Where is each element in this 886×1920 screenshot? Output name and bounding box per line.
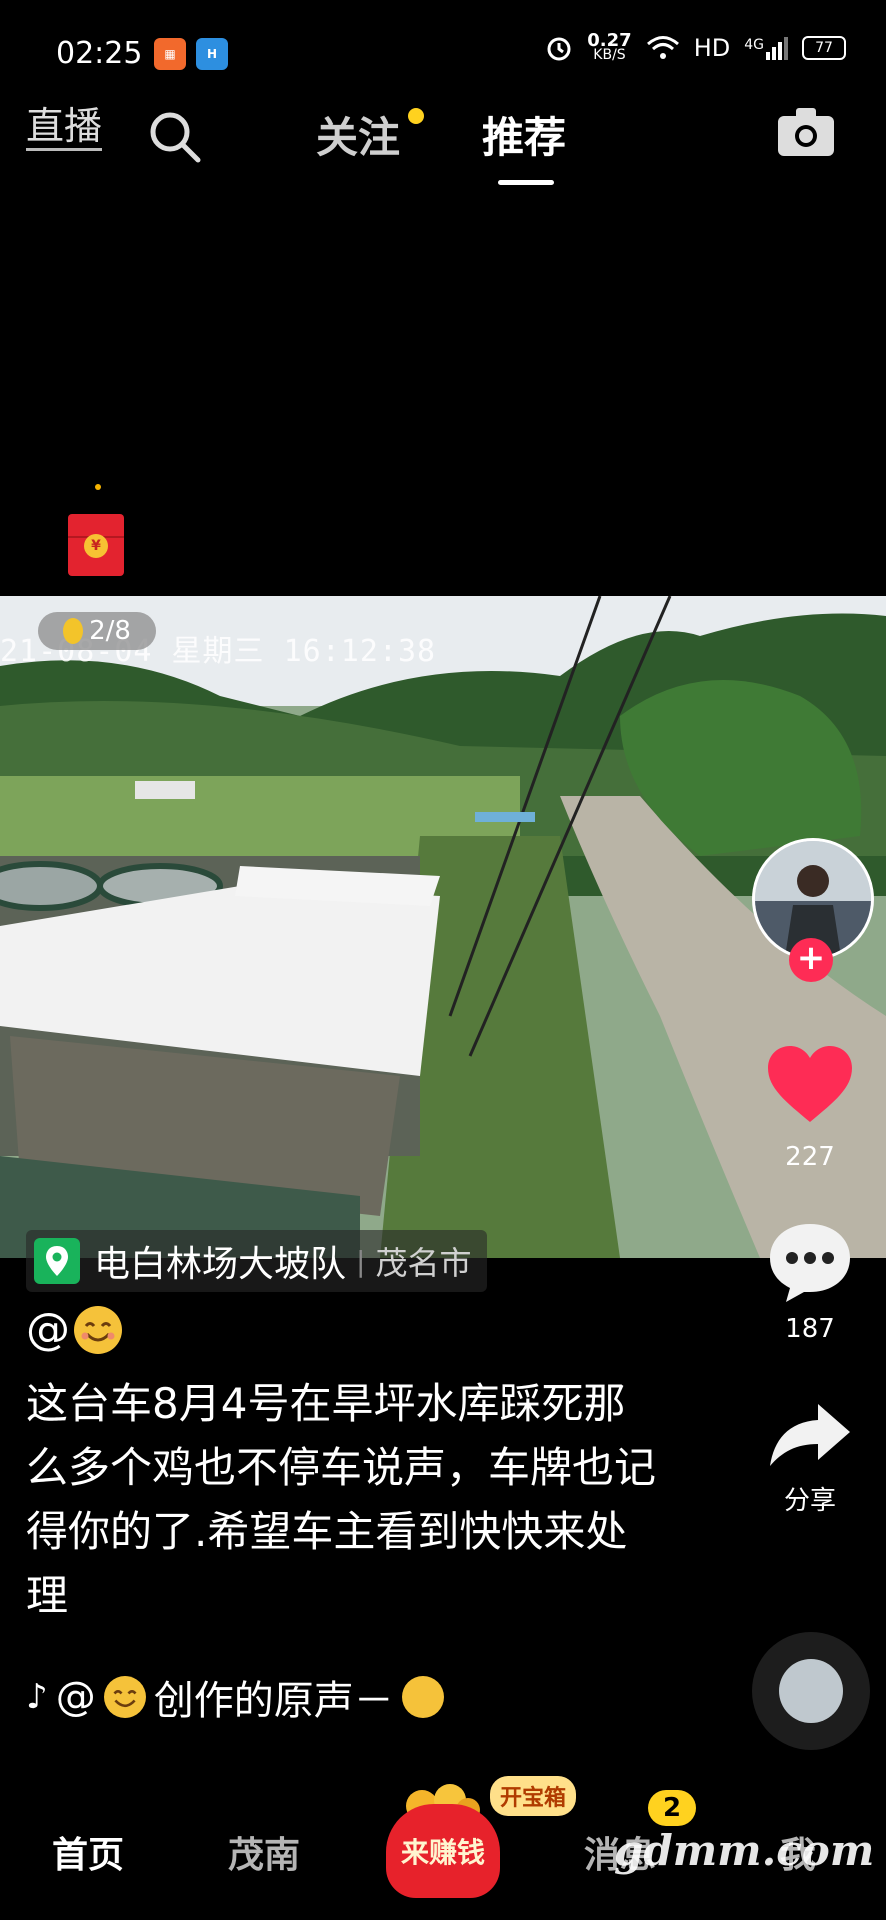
location-divider: | <box>356 1244 366 1278</box>
live-button[interactable]: 直播 <box>26 104 103 151</box>
hd-label: HD <box>693 34 731 62</box>
comment-count: 187 <box>785 1314 835 1344</box>
follow-notification-dot <box>408 108 424 124</box>
music-note-icon: ♪ <box>26 1677 48 1717</box>
net-speed: 0.27 KB/S <box>587 30 632 63</box>
like-heart-icon[interactable] <box>766 1044 854 1124</box>
share-label: 分享 <box>783 1486 836 1516</box>
video-frame-image <box>0 596 886 1258</box>
camera-icon[interactable] <box>776 106 836 158</box>
app-notification-icon: ▦ <box>154 38 186 70</box>
smiley-emoji-icon <box>74 1305 122 1354</box>
messages-count-badge: 2 <box>648 1790 696 1826</box>
envelope-timer-dot <box>95 484 101 490</box>
yuan-coin-icon: ¥ <box>84 534 108 558</box>
egg-counter[interactable]: 2/8 <box>38 612 156 650</box>
video-caption[interactable]: 这台车8月4号在旱坪水库踩死那么多个鸡也不停车说声，车牌也记得你的了.希望车主看… <box>26 1372 666 1628</box>
treasure-box-badge[interactable]: 开宝箱 <box>490 1776 577 1816</box>
music-disc[interactable] <box>752 1632 870 1750</box>
tab-recommend[interactable]: 推荐 <box>482 104 566 165</box>
location-city: 茂名市 <box>375 1244 472 1282</box>
music-disc-cover <box>779 1659 843 1723</box>
location-name: 电白林场大坡队 <box>94 1244 347 1285</box>
active-tab-indicator <box>498 180 554 185</box>
app-notification-icon: H <box>196 38 228 70</box>
tab-follow[interactable]: 关注 <box>316 104 400 165</box>
video-player[interactable] <box>0 596 886 1258</box>
site-watermark: gdmm.com <box>614 1826 875 1875</box>
location-pin-icon <box>34 1238 80 1284</box>
music-credit[interactable]: ♪ @ 创作的原声－ <box>26 1668 466 1726</box>
wifi-icon <box>646 36 679 59</box>
location-tag[interactable]: 电白林场大坡队 | 茂名市 <box>26 1230 488 1292</box>
like-count: 227 <box>785 1142 835 1172</box>
alarm-icon <box>547 37 571 61</box>
signal-icon: 4G <box>744 36 788 60</box>
comment-icon[interactable] <box>766 1220 854 1304</box>
search-icon[interactable] <box>146 108 202 164</box>
author-handle[interactable]: @ <box>26 1304 122 1355</box>
egg-icon <box>63 618 84 644</box>
earn-money-button[interactable]: 来赚钱 <box>386 1804 500 1898</box>
share-arrow-icon[interactable] <box>766 1400 854 1470</box>
status-time: 02:25 <box>56 36 143 71</box>
nav-home[interactable]: 首页 <box>52 1826 124 1878</box>
status-indicators: 0.27 KB/S HD 4G 77 <box>545 30 846 63</box>
smiley-emoji-icon <box>401 1676 444 1718</box>
red-envelope-button[interactable]: ¥ <box>68 514 124 576</box>
follow-author-button[interactable]: + <box>789 938 833 982</box>
smiley-emoji-icon <box>103 1676 146 1718</box>
battery-icon: 77 <box>802 36 846 60</box>
nav-local[interactable]: 茂南 <box>228 1826 300 1878</box>
